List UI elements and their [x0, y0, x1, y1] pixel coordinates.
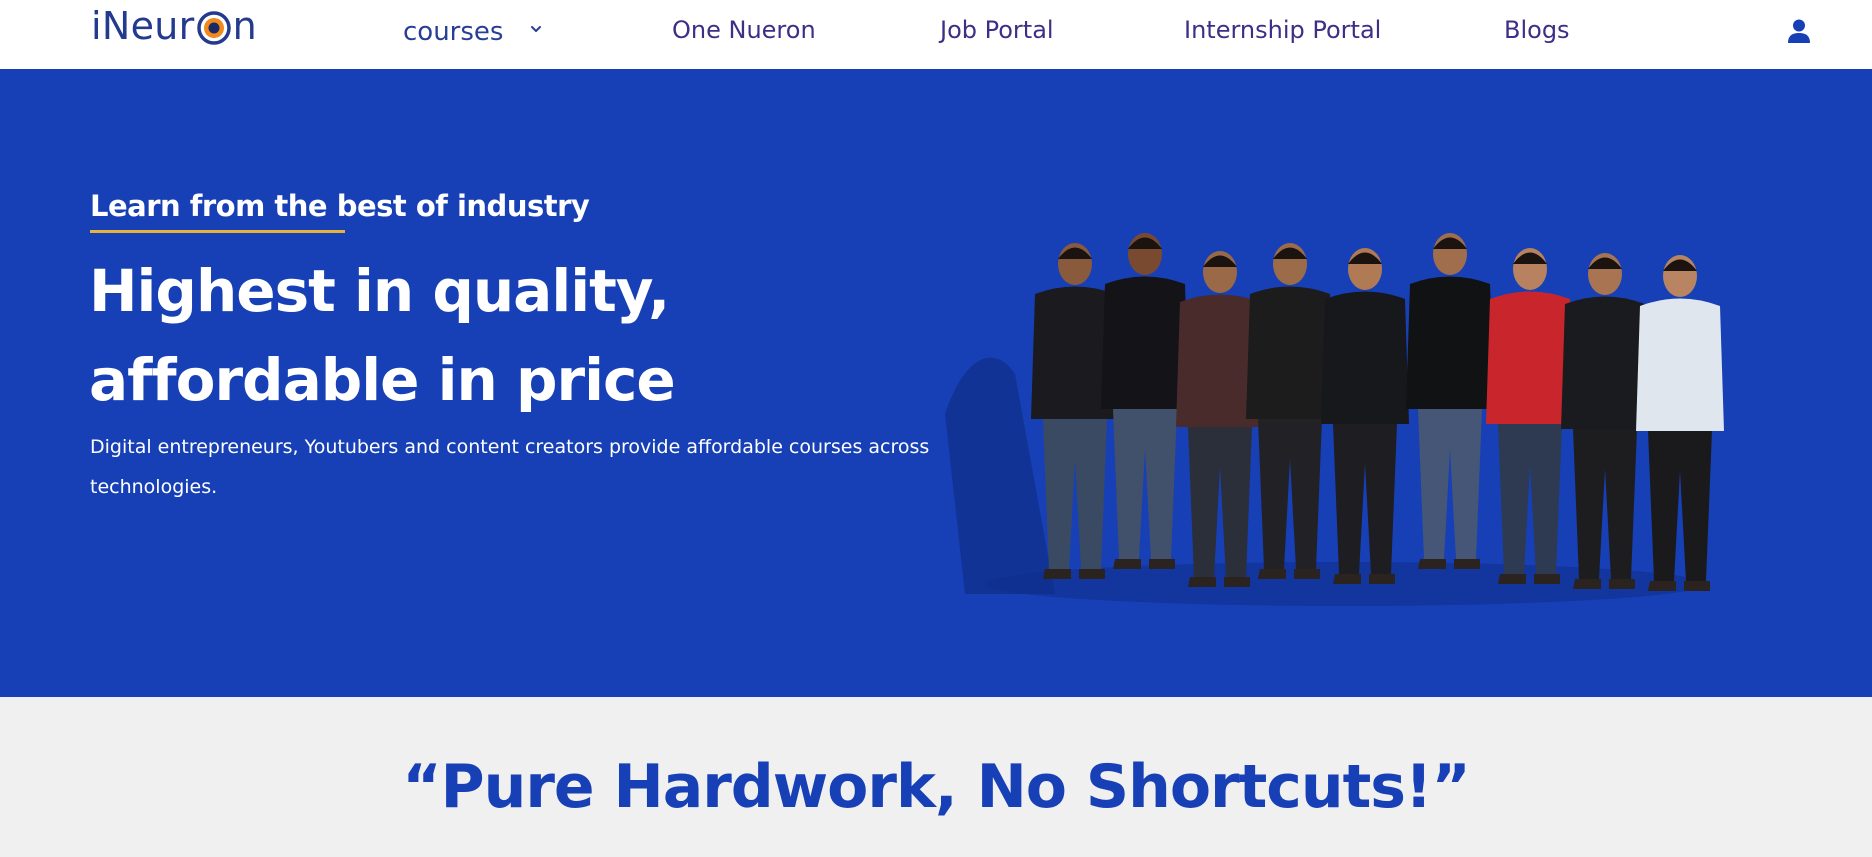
hero-title-line1: Highest in quality,: [89, 257, 670, 325]
hero-kicker: Learn from the best of industry: [90, 189, 590, 223]
team-member-figure: [1406, 233, 1494, 569]
nav-courses-dropdown[interactable]: courses: [403, 16, 503, 48]
logo-text-left: iNeur: [91, 4, 195, 48]
team-member-figure: [1486, 248, 1574, 584]
team-member-figure: [1561, 253, 1649, 589]
nav-link-blogs[interactable]: Blogs: [1504, 14, 1570, 46]
hero-title: Highest in quality, affordable in price: [89, 247, 676, 425]
team-member-figure: [1246, 243, 1334, 579]
top-navbar: iNeur n courses One Nueron Job Portal In…: [0, 0, 1872, 69]
team-photo: [945, 233, 1724, 606]
quote-section: “Pure Hardwork, No Shortcuts!”: [0, 697, 1872, 857]
logo-ring-icon: [196, 11, 231, 45]
kicker-underline: [90, 230, 345, 233]
nav-link-job-portal[interactable]: Job Portal: [940, 14, 1054, 46]
hero-banner: Learn from the best of industry Highest …: [0, 69, 1872, 697]
ineuron-logo[interactable]: iNeur n: [91, 2, 257, 50]
nav-link-internship-portal[interactable]: Internship Portal: [1184, 14, 1381, 46]
team-member-figure: [1321, 248, 1409, 584]
motto-quote: “Pure Hardwork, No Shortcuts!”: [402, 752, 1471, 822]
chevron-down-icon[interactable]: [529, 22, 543, 36]
nav-link-one-nueron[interactable]: One Nueron: [672, 14, 816, 46]
hero-description: Digital entrepreneurs, Youtubers and con…: [90, 436, 930, 498]
user-icon[interactable]: [1786, 18, 1812, 44]
team-member-figure: [1636, 255, 1724, 591]
team-member-figure: [1101, 233, 1189, 569]
logo-text-right: n: [232, 4, 257, 48]
hero-title-line2: affordable in price: [89, 346, 676, 414]
